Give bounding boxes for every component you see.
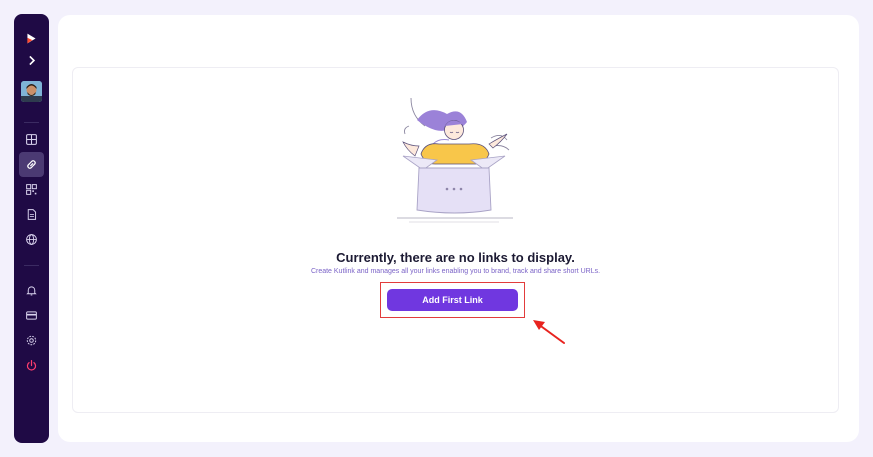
avatar[interactable] — [21, 81, 42, 102]
main-panel: Currently, there are no links to display… — [58, 15, 859, 442]
empty-state-title: Currently, there are no links to display… — [336, 250, 575, 265]
sidebar-item-dashboard[interactable] — [19, 127, 44, 152]
sidebar-divider — [24, 265, 39, 266]
document-icon — [27, 209, 37, 220]
add-first-link-button[interactable]: Add First Link — [387, 289, 518, 311]
sidebar-item-links[interactable] — [19, 152, 44, 177]
dashboard-grid-icon — [26, 134, 37, 145]
globe-icon — [26, 234, 37, 245]
bell-icon — [26, 286, 37, 296]
qr-code-icon — [26, 184, 37, 195]
sidebar-item-settings[interactable] — [19, 328, 44, 353]
settings-gear-icon — [26, 335, 37, 346]
sidebar-item-notifications[interactable] — [19, 278, 44, 303]
sidebar-item-domains[interactable] — [19, 227, 44, 252]
sidebar-item-logout[interactable] — [19, 353, 44, 378]
sidebar-divider — [24, 122, 39, 123]
credit-card-icon — [26, 311, 37, 320]
sidebar — [14, 14, 49, 443]
empty-state-subtitle: Create Kutlink and manages all your link… — [310, 268, 601, 275]
sidebar-item-pages[interactable] — [19, 202, 44, 227]
link-icon — [27, 160, 36, 169]
power-icon — [26, 360, 37, 371]
sidebar-item-billing[interactable] — [19, 303, 44, 328]
expand-sidebar-chevron-icon[interactable] — [19, 48, 44, 73]
empty-box-illustration — [397, 98, 513, 223]
annotation-arrow-icon — [533, 320, 565, 344]
sidebar-item-qr-codes[interactable] — [19, 177, 44, 202]
empty-state-card: Currently, there are no links to display… — [72, 67, 839, 413]
